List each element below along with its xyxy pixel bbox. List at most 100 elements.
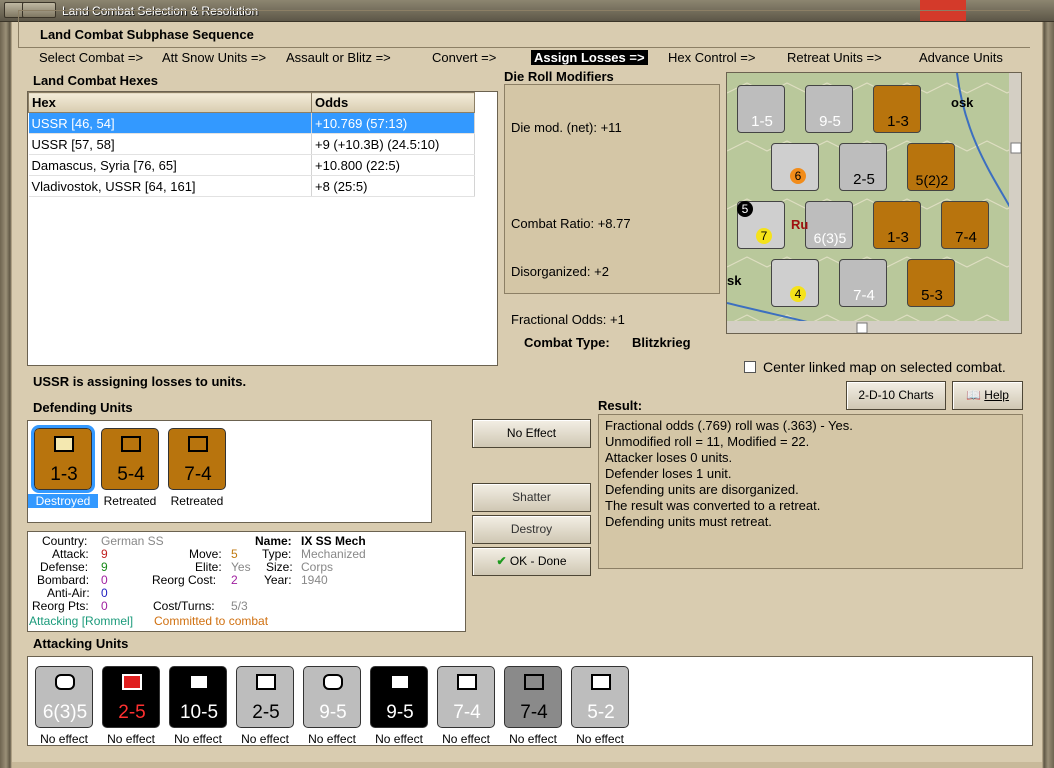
hex-column-header[interactable]: Hex — [28, 92, 312, 113]
attacker-unit[interactable]: 2-5 No effect — [102, 666, 164, 748]
no-effect-button[interactable]: No Effect — [472, 419, 591, 448]
hex-cell: Vladivostok, USSR [64, 161] — [28, 175, 312, 197]
attacker-unit[interactable]: 7-4 No effect — [437, 666, 499, 748]
defender-unit[interactable]: 7-4 Retreated — [168, 428, 230, 510]
map-counter[interactable]: 1-3 — [873, 85, 921, 133]
attacker-unit[interactable]: 2-5 No effect — [236, 666, 298, 748]
map-counter[interactable]: 9-5 — [805, 85, 853, 133]
map-counter[interactable]: 1-5 — [737, 85, 785, 133]
attacking-title: Attacking Units — [33, 636, 129, 651]
attacker-unit[interactable]: 5-2 No effect — [571, 666, 633, 748]
map-counter[interactable]: 7-4 — [941, 201, 989, 249]
attack-value: 9 — [101, 547, 108, 561]
defending-title: Defending Units — [33, 400, 133, 415]
help-button[interactable]: 📖 Help — [952, 381, 1023, 410]
reorg-cost-value: 2 — [231, 573, 238, 587]
map-counter[interactable]: 6(3)5 — [805, 201, 853, 249]
map-counter[interactable]: 5(2)2 — [907, 143, 955, 191]
odds-cell: +10.800 (22:5) — [311, 154, 475, 176]
defender-unit[interactable]: 1-3 Destroyed — [28, 425, 98, 510]
size-label: Size: — [266, 560, 293, 574]
cost-turns-value: 5/3 — [231, 599, 248, 613]
year-label: Year: — [264, 573, 292, 587]
defense-label: Defense: — [40, 560, 89, 574]
table-row[interactable]: USSR [57, 58] +9 (+10.3B) (24.5:10) — [28, 133, 475, 155]
unit-caption: No effect — [442, 732, 490, 746]
elite-value: Yes — [231, 560, 251, 574]
odds-column-header[interactable]: Odds — [311, 92, 475, 113]
hexes-list: Hex Odds USSR [46, 54] +10.769 (57:13) U… — [27, 91, 498, 366]
table-row[interactable]: Vladivostok, USSR [64, 161] +8 (25:5) — [28, 175, 475, 197]
attacker-unit[interactable]: 9-5 No effect — [303, 666, 365, 748]
unit-caption: No effect — [375, 732, 423, 746]
unit-counter: 5-4 — [101, 428, 159, 490]
unit-counter: 2-5 — [102, 666, 160, 728]
hexes-title: Land Combat Hexes — [33, 73, 158, 88]
attacker-unit[interactable]: 10-5 No effect — [169, 666, 231, 748]
attacker-unit[interactable]: 6(3)5 No effect — [35, 666, 97, 748]
unit-counter: 7-4 — [437, 666, 495, 728]
mech-infantry-icon — [189, 674, 209, 690]
seq-step-select-combat: Select Combat => — [39, 50, 144, 65]
antiair-label: Anti-Air: — [47, 586, 90, 600]
status-text: USSR is assigning losses to units. — [33, 374, 247, 389]
cost-turns-label: Cost/Turns: — [153, 599, 215, 613]
charts-button[interactable]: 2-D-10 Charts — [846, 381, 946, 410]
seq-step-att-snow-units: Att Snow Units => — [162, 50, 267, 65]
destroy-button[interactable]: Destroy — [472, 515, 591, 544]
bombard-value: 0 — [101, 573, 108, 587]
armor-icon — [323, 674, 343, 690]
defense-value: 9 — [101, 560, 108, 574]
air-mission-badge: 5 — [737, 201, 753, 217]
hex-cell: USSR [57, 58] — [28, 133, 312, 155]
table-row[interactable]: Damascus, Syria [76, 65] +10.800 (22:5) — [28, 154, 475, 176]
help-book-icon: 📖 — [966, 388, 981, 402]
hex-cell: USSR [46, 54] — [28, 112, 312, 134]
die-roll-text: Die mod. (net): +11 Combat Ratio: +8.77 … — [511, 88, 631, 344]
table-row[interactable]: USSR [46, 54] +10.769 (57:13) — [28, 112, 475, 134]
map-city-label: osk — [951, 95, 974, 110]
reorg-pts-label: Reorg Pts: — [32, 599, 89, 613]
antiair-value: 0 — [101, 586, 108, 600]
year-value: 1940 — [301, 573, 328, 587]
mech-infantry-icon — [188, 436, 208, 452]
hq-icon — [591, 674, 611, 690]
seq-step-assault-or-blitz: Assault or Blitz => — [286, 50, 391, 65]
attacker-unit[interactable]: 7-4 No effect — [504, 666, 566, 748]
seq-step-retreat-units: Retreat Units => — [787, 50, 882, 65]
mech-infantry-icon — [121, 436, 141, 452]
attacker-unit[interactable]: 9-5 No effect — [370, 666, 432, 748]
die-roll-title: Die Roll Modifiers — [504, 69, 614, 84]
defender-unit[interactable]: 5-4 Retreated — [101, 428, 163, 510]
air-unit-counter[interactable]: 6 — [771, 143, 819, 191]
die-roll-line: Disorganized: +2 — [511, 264, 609, 279]
die-roll-line: Die mod. (net): +11 — [511, 120, 622, 135]
mech-infantry-icon — [390, 674, 410, 690]
center-map-label: Center linked map on selected combat. — [763, 359, 1006, 375]
linked-map[interactable]: 1-5 9-5 1-3 2-5 5(2)2 6(3)5 1-3 7-4 7-4 … — [726, 72, 1022, 334]
committed-note: Committed to combat — [154, 614, 269, 628]
combat-type-label: Combat Type: — [524, 335, 610, 350]
mech-infantry-icon — [256, 674, 276, 690]
ok-done-button[interactable]: ✔ OK - Done — [472, 547, 591, 576]
map-counter[interactable]: 1-3 — [873, 201, 921, 249]
seq-step-hex-control: Hex Control => — [668, 50, 756, 65]
map-counter[interactable]: 5-3 — [907, 259, 955, 307]
map-counter[interactable]: 2-5 — [839, 143, 887, 191]
air-unit-counter[interactable]: 4 — [771, 259, 819, 307]
odds-cell: +8 (25:5) — [311, 175, 475, 197]
mech-infantry-icon — [524, 674, 544, 690]
armor-icon — [55, 674, 75, 690]
unit-caption: No effect — [509, 732, 557, 746]
name-label: Name: — [255, 534, 292, 548]
infantry-icon — [457, 674, 477, 690]
move-value: 5 — [231, 547, 238, 561]
unit-caption: Retreated — [170, 494, 224, 508]
unit-counter: 6(3)5 — [35, 666, 93, 728]
unit-caption: No effect — [107, 732, 155, 746]
odds-cell: +9 (+10.3B) (24.5:10) — [311, 133, 475, 155]
unit-counter: 9-5 — [370, 666, 428, 728]
shatter-button[interactable]: Shatter — [472, 483, 591, 512]
center-map-checkbox[interactable] — [744, 361, 756, 373]
map-counter[interactable]: 7-4 — [839, 259, 887, 307]
